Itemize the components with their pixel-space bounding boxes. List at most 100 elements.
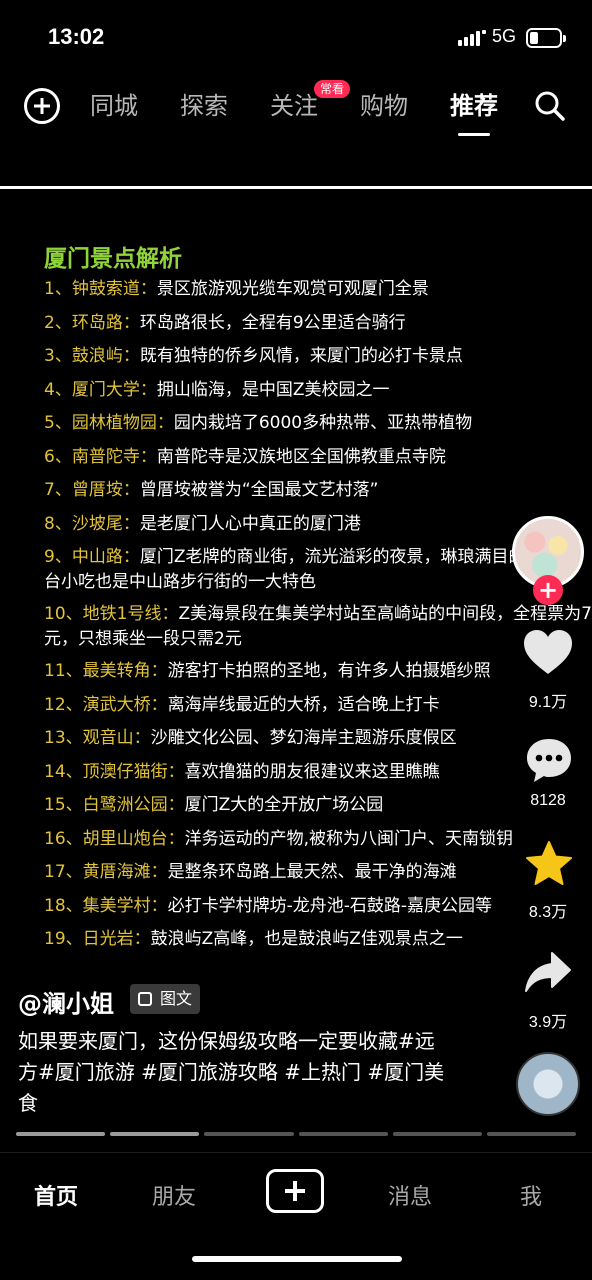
attraction-name: 南普陀寺 bbox=[71, 446, 140, 467]
attraction-name: 胡里山炮台 bbox=[82, 828, 168, 849]
nav-messages[interactable]: 消息 bbox=[388, 1179, 432, 1211]
attraction-desc: 是老厦门人心中真正的厦门港 bbox=[139, 513, 361, 534]
nav-me[interactable]: 我 bbox=[520, 1179, 542, 1211]
attraction-item: 7、曾厝垵：曾厝垵被誉为“全国最文艺村落” bbox=[44, 474, 592, 508]
attraction-sep: ： bbox=[122, 312, 140, 333]
nav-friends[interactable]: 朋友 bbox=[152, 1179, 196, 1211]
attraction-sep: ： bbox=[167, 828, 185, 849]
attraction-name: 日光岩 bbox=[82, 929, 134, 949]
tab-nearby[interactable]: 同城 bbox=[90, 88, 138, 124]
attraction-num: 12、 bbox=[44, 694, 83, 715]
attraction-num: 5、 bbox=[44, 413, 72, 433]
attraction-item: 13、观音山：沙雕文化公园、梦幻海岸主题游乐度假区 bbox=[44, 722, 592, 756]
attraction-item: 5、园林植物园：园内栽培了6000多种热带、亚热带植物 bbox=[44, 407, 592, 441]
attraction-desc: 必打卡学村牌坊-龙舟池-石鼓路-嘉庚公园等 bbox=[167, 895, 493, 916]
attraction-sep: ： bbox=[122, 480, 140, 500]
attraction-sep: ： bbox=[150, 694, 168, 715]
attraction-item: 14、顶澳仔猫街：喜欢撸猫的朋友很建议来这里瞧瞧 bbox=[44, 756, 592, 790]
progress-segment bbox=[16, 1132, 106, 1136]
attraction-sep: ： bbox=[150, 661, 168, 681]
attraction-num: 1、 bbox=[44, 279, 72, 299]
attraction-name: 沙坡尾 bbox=[71, 513, 123, 534]
favorite-count: 8.3万 bbox=[528, 904, 568, 921]
follow-button[interactable]: + bbox=[533, 575, 563, 605]
share-icon[interactable] bbox=[524, 950, 572, 994]
attraction-desc: 曾厝垵被誉为“全国最文艺村落” bbox=[139, 480, 379, 500]
attraction-item: 19、日光岩：鼓浪屿Z高峰，也是鼓浪屿Z佳观景点之一 bbox=[44, 923, 592, 957]
attraction-desc: 厦门Z大的全开放广场公园 bbox=[184, 795, 384, 815]
attraction-name: 钟鼓索道 bbox=[71, 279, 140, 299]
attraction-desc: 园内栽培了6000多种热带、亚热带植物 bbox=[173, 413, 473, 433]
attraction-name: 最美转角 bbox=[82, 661, 151, 681]
tab-explore[interactable]: 探索 bbox=[180, 88, 228, 124]
attraction-num: 10、 bbox=[44, 604, 83, 624]
attraction-desc: 既有独特的侨乡风情，来厦门的必打卡景点 bbox=[139, 346, 463, 366]
attraction-name: 集美学村 bbox=[82, 895, 151, 916]
attraction-num: 2、 bbox=[44, 312, 72, 333]
tab-following[interactable]: 关注 bbox=[270, 88, 318, 124]
attraction-name: 园林植物园 bbox=[71, 413, 157, 433]
attraction-desc: 喜欢撸猫的朋友很建议来这里瞧瞧 bbox=[184, 761, 440, 782]
music-disc-icon[interactable] bbox=[516, 1052, 580, 1116]
attraction-item: 1、钟鼓索道：景区旅游观光缆车观赏可观厦门全景 bbox=[44, 273, 592, 307]
attraction-item: 4、厦门大学：拥山临海，是中国Z美校园之一 bbox=[44, 374, 592, 408]
attraction-desc: 洋务运动的产物,被称为八闽门户、天南锁钥 bbox=[184, 828, 514, 849]
attraction-num: 16、 bbox=[44, 828, 83, 849]
tab-recommend[interactable]: 推荐 bbox=[450, 88, 498, 136]
attraction-sep: ： bbox=[150, 895, 168, 916]
attraction-num: 11、 bbox=[44, 661, 83, 681]
attraction-sep: ： bbox=[133, 929, 151, 949]
search-icon[interactable] bbox=[534, 90, 566, 122]
author-name[interactable]: @澜小姐 bbox=[18, 984, 114, 1019]
attraction-num: 19、 bbox=[44, 929, 83, 949]
post-caption[interactable]: 如果要来厦门，这份保姆级攻略一定要收藏#远方#厦门旅游 #厦门旅游攻略 #上热门… bbox=[18, 1026, 448, 1119]
image-progress bbox=[16, 1132, 577, 1136]
attraction-sep: ： bbox=[156, 413, 174, 433]
attraction-desc: 离海岸线最近的大桥，适合晚上打卡 bbox=[167, 694, 440, 715]
attraction-name: 中山路 bbox=[71, 547, 123, 567]
attraction-sep: ： bbox=[139, 279, 157, 299]
attraction-sep: ： bbox=[161, 604, 179, 624]
like-count: 9.1万 bbox=[528, 694, 568, 711]
attraction-item: 16、胡里山炮台：洋务运动的产物,被称为八闽门户、天南锁钥 bbox=[44, 823, 592, 857]
attraction-num: 15、 bbox=[44, 795, 83, 815]
star-icon[interactable] bbox=[524, 840, 574, 888]
top-nav: 同城 探索 关注 常看 购物 推荐 bbox=[0, 80, 592, 136]
comment-count: 8128 bbox=[530, 792, 566, 809]
attraction-name: 观音山 bbox=[82, 728, 134, 748]
attraction-sep: ： bbox=[167, 795, 185, 815]
attraction-desc: 景区旅游观光缆车观赏可观厦门全景 bbox=[156, 279, 429, 299]
attraction-desc: 拥山临海，是中国Z美校园之一 bbox=[156, 379, 390, 400]
heart-icon[interactable] bbox=[522, 628, 574, 676]
attraction-item: 3、鼓浪屿：既有独特的侨乡风情，来厦门的必打卡景点 bbox=[44, 340, 592, 374]
attraction-item: 6、南普陀寺：南普陀寺是汉族地区全国佛教重点寺院 bbox=[44, 441, 592, 475]
create-post-icon[interactable] bbox=[266, 1169, 324, 1213]
attraction-num: 7、 bbox=[44, 480, 72, 500]
attraction-item: 9、中山路：厦门Z老牌的商业街，流光溢彩的夜景，琳琅满目的各色闽台小吃也是中山路… bbox=[44, 541, 592, 598]
attraction-item: 2、环岛路：环岛路很长，全程有9公里适合骑行 bbox=[44, 307, 592, 341]
attraction-desc: 沙雕文化公园、梦幻海岸主题游乐度假区 bbox=[150, 728, 457, 748]
comment-icon[interactable] bbox=[524, 736, 574, 784]
network-type: 5G bbox=[492, 26, 517, 46]
attraction-name: 厦门大学 bbox=[71, 379, 140, 400]
home-indicator bbox=[192, 1256, 402, 1262]
progress-segment bbox=[486, 1132, 577, 1136]
attraction-num: 13、 bbox=[44, 728, 83, 748]
attraction-sep: ： bbox=[133, 728, 151, 748]
image-text-icon bbox=[138, 992, 152, 1006]
attraction-num: 8、 bbox=[44, 513, 72, 534]
attraction-desc: 南普陀寺是汉族地区全国佛教重点寺院 bbox=[156, 446, 446, 467]
nav-home[interactable]: 首页 bbox=[34, 1179, 78, 1211]
signal-icon bbox=[458, 30, 486, 48]
post-image[interactable]: 厦门景点解析 1、钟鼓索道：景区旅游观光缆车观赏可观厦门全景 2、环岛路：环岛路很… bbox=[0, 186, 592, 968]
attraction-name: 鼓浪屿 bbox=[71, 346, 123, 366]
status-bar: 13:02 5G bbox=[0, 0, 592, 72]
attraction-item: 11、最美转角：游客打卡拍照的圣地，有许多人拍摄婚纱照 bbox=[44, 655, 592, 689]
attraction-desc: 环岛路很长，全程有9公里适合骑行 bbox=[139, 312, 406, 333]
tab-shopping[interactable]: 购物 bbox=[360, 88, 408, 124]
attraction-desc: 鼓浪屿Z高峰，也是鼓浪屿Z佳观景点之一 bbox=[150, 929, 463, 949]
attraction-sep: ： bbox=[122, 346, 140, 366]
attraction-num: 3、 bbox=[44, 346, 72, 366]
add-circle-icon[interactable] bbox=[24, 88, 60, 124]
attraction-num: 4、 bbox=[44, 379, 72, 400]
